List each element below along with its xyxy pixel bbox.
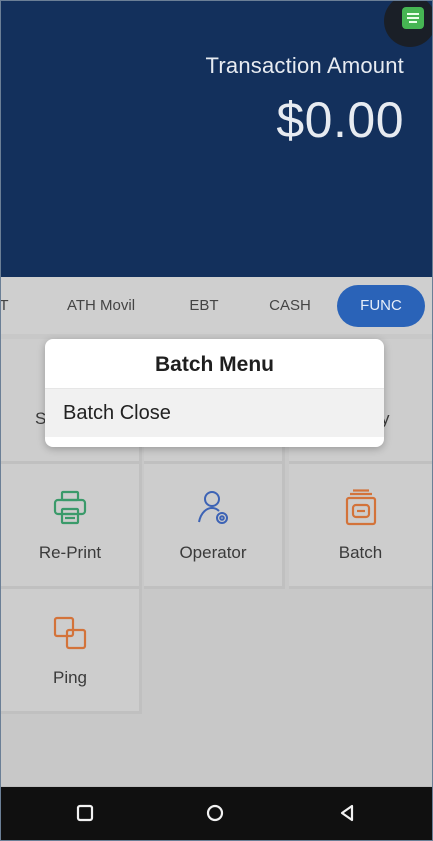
- tile-batch[interactable]: Batch: [289, 464, 432, 589]
- status-indicator: [384, 1, 432, 47]
- home-circle-icon[interactable]: [203, 801, 227, 825]
- operator-icon: [193, 488, 233, 533]
- printer-icon: [50, 488, 90, 533]
- back-triangle-icon[interactable]: [335, 801, 359, 825]
- batch-close-label: Batch Close: [63, 402, 171, 424]
- tab-func[interactable]: FUNC: [337, 285, 425, 327]
- tile-operator-label: Operator: [179, 543, 247, 562]
- batch-menu-dialog: Batch Menu Batch Close: [45, 339, 384, 447]
- ping-icon: [50, 613, 90, 658]
- recents-square-icon[interactable]: [73, 801, 97, 825]
- transaction-amount-value: $0.00: [276, 92, 404, 148]
- tab-ath-movil[interactable]: ATH Movil: [56, 291, 146, 321]
- tab-partial[interactable]: T: [1, 291, 11, 321]
- tile-reprint[interactable]: Re-Print: [1, 464, 142, 589]
- system-nav-bar: [1, 787, 432, 840]
- tile-ping[interactable]: Ping: [1, 589, 142, 714]
- tab-cash[interactable]: CASH: [259, 291, 321, 321]
- tile-reprint-label: Re-Print: [38, 543, 102, 562]
- header-panel: Transaction Amount $0.00: [1, 1, 432, 277]
- payment-tabs: T ATH Movil EBT CASH FUNC: [1, 277, 432, 334]
- tile-operator[interactable]: Operator: [144, 464, 285, 589]
- tile-ping-label: Ping: [52, 668, 88, 687]
- batch-icon: [341, 488, 381, 533]
- device-screen: Transaction Amount $0.00 T ATH Movil EBT…: [0, 0, 433, 841]
- transaction-amount-label: Transaction Amount: [205, 53, 404, 78]
- tab-ebt[interactable]: EBT: [179, 291, 229, 321]
- dialog-title: Batch Menu: [154, 353, 274, 376]
- tile-batch-label: Batch: [338, 543, 383, 562]
- batch-close-option[interactable]: Batch Close: [45, 389, 384, 437]
- terminal-status-icon: [402, 7, 424, 29]
